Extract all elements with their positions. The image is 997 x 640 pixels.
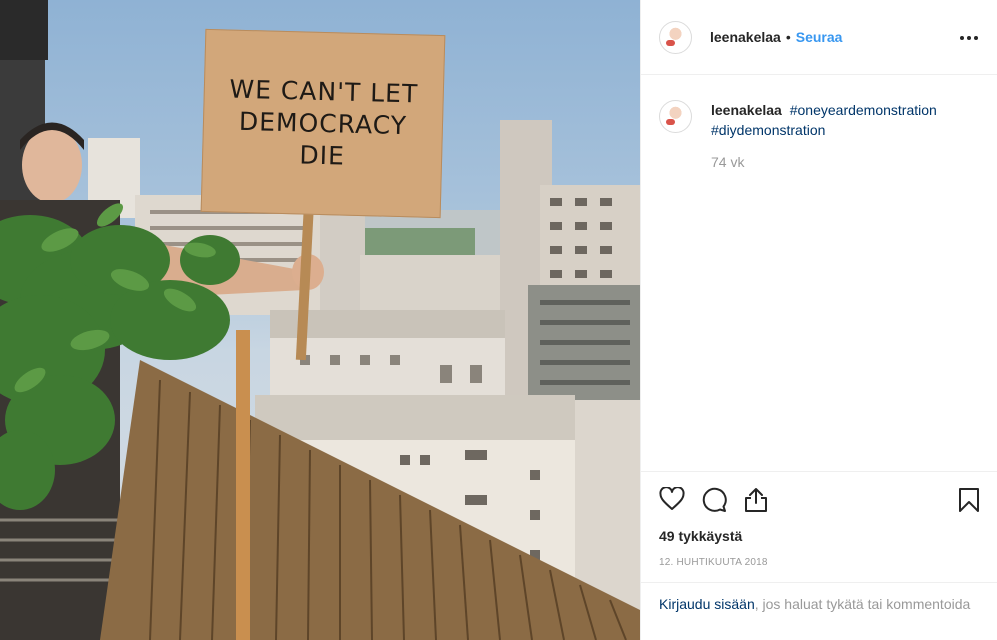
- post-header: leenakelaa • Seuraa: [641, 0, 997, 75]
- post-date[interactable]: 12. HUHTIKUUTA 2018: [659, 557, 768, 568]
- share-icon[interactable]: [743, 487, 769, 513]
- hashtag-link[interactable]: #diydemonstration: [711, 122, 825, 138]
- bookmark-icon[interactable]: [958, 487, 980, 513]
- action-icons: [659, 487, 769, 513]
- hashtag-link[interactable]: #oneyeardemonstration: [790, 102, 937, 118]
- caption-username[interactable]: leenakelaa: [711, 102, 782, 118]
- protest-sign: WE CAN'T LET DEMOCRACY DIE: [200, 28, 446, 219]
- post-actions: 49 tykkäystä 12. HUHTIKUUTA 2018 Kirjaud…: [641, 471, 997, 640]
- comment-icon[interactable]: [701, 487, 727, 513]
- post-side-panel: leenakelaa • Seuraa leenakelaa #oneyeard…: [640, 0, 997, 640]
- separator-dot: •: [785, 29, 791, 45]
- caption-text: leenakelaa #oneyeardemonstration #diydem…: [711, 100, 989, 140]
- post-photo: WE CAN'T LET DEMOCRACY DIE: [0, 0, 640, 640]
- ellipsis-icon[interactable]: [959, 26, 979, 44]
- likes-count[interactable]: 49 tykkäystä: [659, 528, 742, 544]
- login-link[interactable]: Kirjaudu sisään: [659, 596, 755, 612]
- login-prompt-text: , jos haluat tykätä tai kommentoida: [754, 596, 971, 612]
- caption-avatar[interactable]: [659, 100, 692, 133]
- login-prompt: Kirjaudu sisään, jos haluat tykätä tai k…: [641, 582, 997, 626]
- follow-button[interactable]: Seuraa: [796, 29, 843, 45]
- post-caption: leenakelaa #oneyeardemonstration #diydem…: [659, 100, 989, 170]
- header-username[interactable]: leenakelaa: [710, 29, 781, 45]
- protest-sign-text: WE CAN'T LET DEMOCRACY DIE: [229, 74, 419, 171]
- heart-icon[interactable]: [659, 487, 685, 513]
- post-age[interactable]: 74 vk: [711, 154, 989, 170]
- avatar[interactable]: [659, 20, 692, 54]
